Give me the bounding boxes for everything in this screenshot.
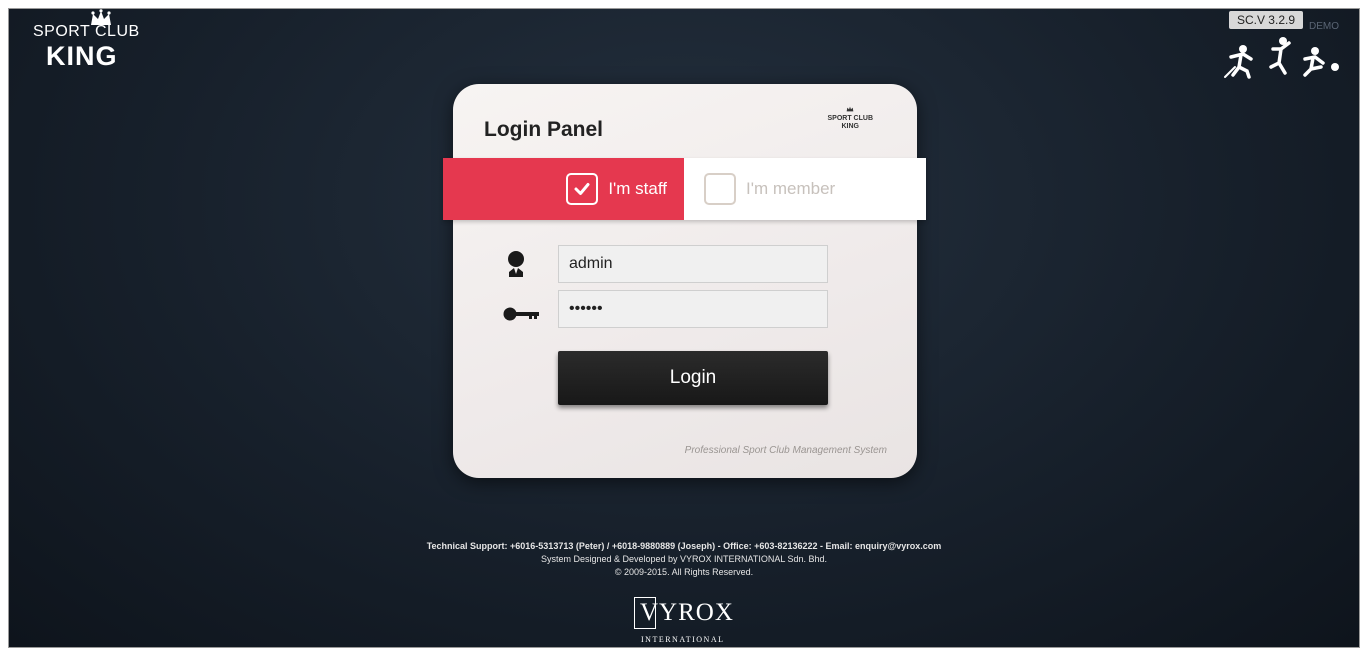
key-icon [503,307,539,321]
user-icon [508,251,524,277]
staff-checkbox[interactable] [566,173,599,205]
username-input[interactable] [558,245,828,283]
card-logo-top: SPORT CLUB [827,115,874,122]
brand-line-2: KING [46,41,118,71]
brand-line-1: SPORT CLUB [33,23,140,40]
brand-logo: SPORT CLUB KING [33,9,153,79]
card-logo: SPORT CLUB KING [827,106,874,131]
staff-label: I'm staff [608,179,667,198]
role-staff-option[interactable]: I'm staff [443,158,684,220]
tagline: Professional Sport Club Management Syste… [684,445,887,456]
demo-label: DEMO [1309,21,1339,32]
card-logo-bottom: KING [841,123,860,130]
login-panel: Login Panel SPORT CLUB KING I'm staff I'… [443,84,926,478]
designed-by: System Designed & Developed by VYROX INT… [540,554,828,564]
checkmark-icon [574,183,590,195]
login-page: SPORT CLUB KING SC.V 3.2.9 DEMO Login Pa… [8,8,1360,648]
password-input[interactable] [558,290,828,328]
sports-figures-icon [1224,37,1339,79]
footer: Technical Support: +6016-5313713 (Peter)… [9,540,1359,579]
login-panel-title: Login Panel [484,118,604,141]
support-info: Technical Support: +6016-5313713 (Peter)… [426,541,942,551]
vyrox-logo-sub: INTERNATIONAL [641,635,725,644]
version-badge: SC.V 3.2.9 [1228,11,1303,29]
vyrox-logo: VYROX INTERNATIONAL [634,595,744,647]
copyright: © 2009-2015. All Rights Reserved. [614,567,754,577]
member-checkbox[interactable] [704,173,736,205]
role-selector: I'm staff I'm member [443,158,926,220]
member-label: I'm member [746,179,836,198]
role-member-option[interactable]: I'm member [684,158,926,220]
vyrox-logo-word: VYROX [640,599,734,626]
crown-icon [846,106,854,112]
login-button[interactable]: Login [558,351,828,405]
